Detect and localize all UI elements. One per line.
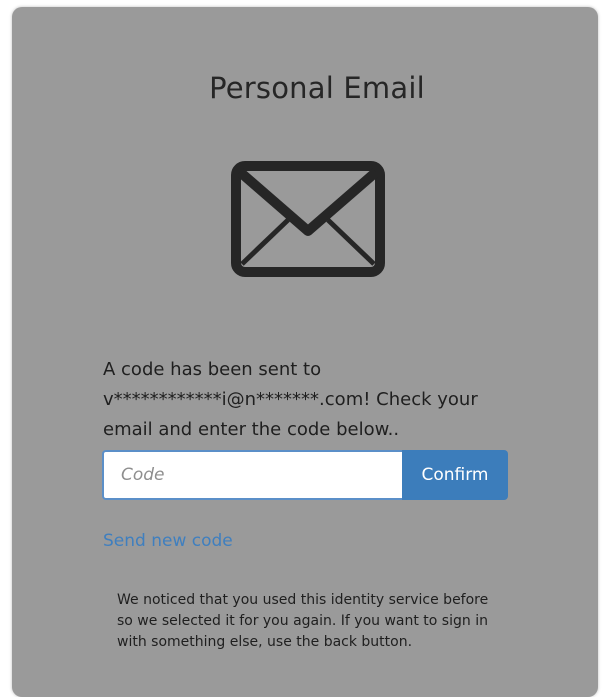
page-title: Personal Email [209,71,425,105]
send-new-code-link[interactable]: Send new code [103,531,233,551]
envelope-icon [231,161,385,277]
code-input[interactable] [102,450,402,500]
identity-service-notice: We noticed that you used this identity s… [117,592,489,650]
code-form: Confirm [102,450,508,500]
confirm-button[interactable]: Confirm [402,450,508,500]
verification-card: Personal Email A code has been sent to v… [12,7,598,697]
code-sent-message: A code has been sent to v************i@n… [103,359,478,440]
